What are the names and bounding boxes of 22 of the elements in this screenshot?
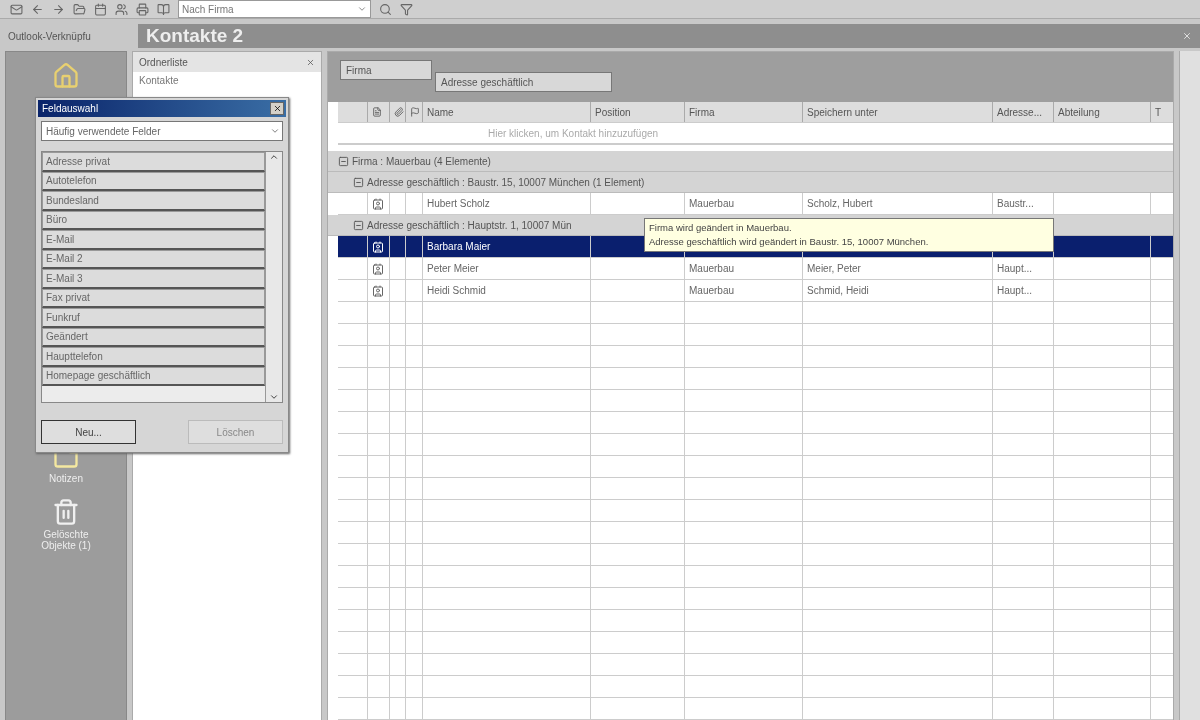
company-cell: Mauerbau bbox=[689, 198, 735, 209]
address-cell: Haupt... bbox=[997, 285, 1033, 296]
file-as-cell: Schmid, Heidi bbox=[807, 285, 869, 296]
file-as-cell: Meier, Peter bbox=[807, 263, 861, 274]
company-cell: Mauerbau bbox=[689, 285, 735, 296]
name-cell: Heidi Schmid bbox=[427, 285, 486, 296]
tooltip-line: Adresse geschäftlich wird geändert in Baustr. 15, 10007 München. bbox=[649, 235, 930, 249]
group-header: Adresse geschäftlich : Baustr. 15, 10007 München (1 Element) bbox=[367, 176, 645, 188]
name-cell: Barbara Maier bbox=[427, 241, 491, 252]
group-header: Firma : Mauerbau (4 Elemente) bbox=[352, 155, 491, 167]
group-header: Adresse geschäftlich : Hauptstr. 1, 10007 Mün bbox=[367, 219, 572, 231]
tooltip-line: Firma wird geändert in Mauerbau. bbox=[649, 221, 793, 235]
address-cell: Baustr... bbox=[997, 198, 1034, 209]
name-cell: Peter Meier bbox=[427, 263, 479, 274]
view-title-bar: Kontakte 2 bbox=[138, 24, 1200, 48]
address-cell: Haupt... bbox=[997, 263, 1033, 274]
dialog-title: Feldauswahl bbox=[42, 103, 99, 114]
name-cell: Hubert Scholz bbox=[427, 198, 490, 209]
file-as-cell: Scholz, Hubert bbox=[807, 198, 873, 209]
company-cell: Mauerbau bbox=[689, 263, 735, 274]
folder-pane-title: Ordnerliste bbox=[139, 56, 188, 68]
shortcuts-title: Outlook-Verknüpfu bbox=[7, 30, 92, 42]
